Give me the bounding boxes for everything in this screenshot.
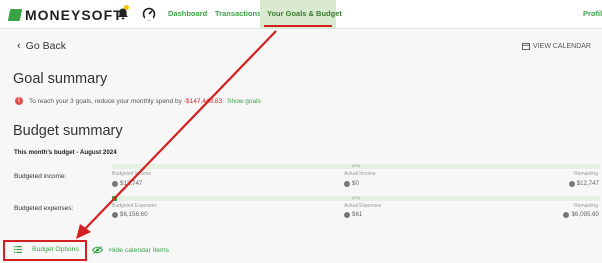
eye-slash-icon [92,246,103,254]
view-calendar-label: VIEW CALENDAR [533,42,591,50]
income-percent: (0%) [351,163,361,168]
income-progress-bar: (0%) [112,163,600,169]
brand-logo[interactable]: MONEYSOFT [7,7,123,23]
goal-summary-title: Goal summary [13,71,108,87]
actual-expenses-label: Actual Expenses [344,203,382,209]
expenses-progress-bar: (1%) [112,195,600,201]
budget-options-label: Budget Options [32,246,79,253]
expenses-label: Budgeted expenses: [14,205,74,212]
hide-calendar-label: Hide calendar items [109,246,170,254]
expenses-remaining-value: $6,095.60 [563,211,599,218]
nav-dashboard[interactable]: Dashboard [168,9,207,18]
actual-income-label: Actual Income [344,171,376,177]
go-back-link[interactable]: ‹ Go Back [17,40,66,52]
budget-summary-title: Budget summary [13,123,123,139]
nav-profile[interactable]: Profil [583,9,602,18]
budget-options-button[interactable]: Budget Options [14,246,79,253]
budgeted-expenses-value: $6,156.60 [112,211,148,218]
budgeted-income-label: Budgeted Income [112,171,152,177]
chevron-left-icon: ‹ [17,40,21,52]
expenses-percent: (1%) [351,195,361,200]
income-remaining-value: $12,747 [568,180,599,187]
actual-expenses-value: $61 [344,211,362,218]
go-back-label: Go Back [25,40,66,52]
logo-icon [7,9,23,21]
coin-icon [112,211,118,218]
nav-transactions[interactable]: Transactions [215,9,261,18]
coin-icon [344,211,350,218]
active-highlight-underline [264,25,332,27]
goal-message-row: ! To reach your 3 goals, reduce your mon… [15,97,261,105]
top-nav: MONEYSOFT Dashboard Transactions Your Go… [0,0,602,29]
view-calendar-link[interactable]: VIEW CALENDAR [522,42,591,50]
expenses-remaining-label: Remaining [574,203,598,209]
goal-amount: -$147,440.83 [183,97,223,105]
nav-active-label: Your Goals & Budget [267,9,342,18]
coin-icon [344,180,350,187]
list-icon [14,246,22,253]
income-label: Budgeted income: [14,173,67,180]
coin-icon [112,180,118,187]
coin-icon [563,211,570,218]
show-goals-link[interactable]: Show goals [227,98,261,105]
actual-income-value: $0 [344,180,359,187]
budgeted-income-value: $12,747 [112,180,142,187]
warning-icon: ! [15,97,23,105]
footer-bar [0,234,602,263]
coin-icon [568,180,575,187]
expenses-progress-fill [112,196,117,201]
budgeted-expenses-label: Budgeted Expenses [112,203,157,209]
notification-dot [124,5,129,10]
hide-calendar-items-button[interactable]: Hide calendar items [92,246,169,254]
goal-message: To reach your 3 goals, reduce your month… [29,97,182,105]
calendar-icon [522,43,530,50]
brand-name: MONEYSOFT [25,7,123,23]
gauge-icon[interactable] [142,7,156,21]
income-remaining-label: Remaining [574,171,598,177]
budget-month: This month's budget - August 2024 [14,149,117,156]
nav-your-goals-budget[interactable]: Your Goals & Budget [260,0,342,29]
